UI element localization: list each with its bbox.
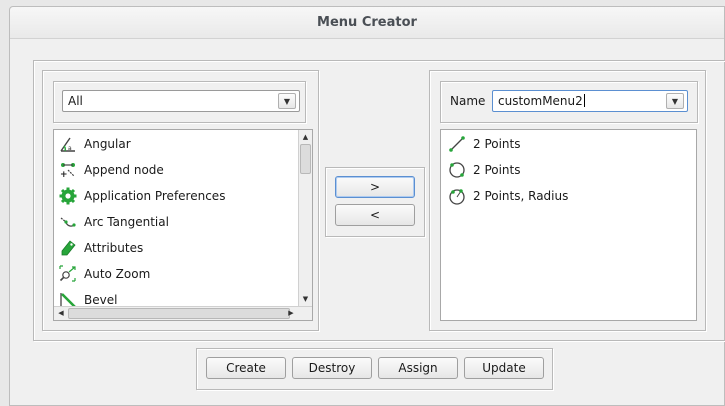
list-item-label: Attributes	[84, 241, 144, 255]
menu-name-value: customMenu2	[498, 94, 583, 108]
circle-2-points-icon	[447, 160, 467, 180]
list-item-label: Bevel	[84, 293, 118, 307]
chevron-down-icon[interactable]: ▼	[278, 93, 296, 109]
menu-creator-window: Menu Creator All ▼ a Angular + Append no…	[9, 6, 725, 406]
list-item-label: Application Preferences	[84, 189, 226, 203]
text-caret	[583, 94, 585, 107]
available-commands-list[interactable]: a Angular + Append node Application Pref…	[53, 129, 313, 321]
append-node-icon: +	[58, 160, 78, 180]
create-button[interactable]: Create	[206, 357, 286, 379]
scroll-left-icon[interactable]: ◀	[54, 307, 68, 320]
list-item[interactable]: Auto Zoom	[58, 262, 150, 286]
list-item[interactable]: + Append node	[58, 158, 164, 182]
category-filter-value: All	[68, 94, 83, 108]
chevron-down-icon[interactable]: ▼	[666, 93, 684, 109]
svg-text:a: a	[68, 145, 72, 152]
list-item[interactable]: 2 Points	[447, 158, 521, 182]
list-item[interactable]: Arc Tangential	[58, 210, 169, 234]
list-item-label: Arc Tangential	[84, 215, 169, 229]
list-item-label: 2 Points	[473, 163, 521, 177]
vertical-scroll-thumb[interactable]	[300, 144, 311, 174]
scroll-up-icon[interactable]: ▲	[299, 130, 312, 144]
scroll-down-icon[interactable]: ▼	[299, 292, 312, 306]
destroy-button[interactable]: Destroy	[292, 357, 372, 379]
name-label: Name	[450, 94, 486, 108]
scroll-right-icon[interactable]: ▶	[284, 307, 298, 320]
add-to-menu-button[interactable]: >	[335, 176, 415, 198]
menu-items-list[interactable]: 2 Points 2 Points 2 Points, Radius	[440, 129, 697, 321]
list-item[interactable]: 2 Points	[447, 132, 521, 156]
assign-button[interactable]: Assign	[378, 357, 458, 379]
arc-tangential-icon	[58, 212, 78, 232]
list-item-label: 2 Points	[473, 137, 521, 151]
svg-text:+: +	[60, 170, 68, 179]
horizontal-scrollbar[interactable]: ◀ ▶	[54, 306, 312, 320]
list-item[interactable]: 2 Points, Radius	[447, 184, 568, 208]
circle-2-points-radius-icon	[447, 186, 467, 206]
attributes-tag-icon	[58, 238, 78, 258]
category-filter-select[interactable]: All ▼	[62, 90, 300, 112]
list-item-label: Auto Zoom	[84, 267, 151, 281]
update-button[interactable]: Update	[464, 357, 544, 379]
menu-name-combo[interactable]: customMenu2 ▼	[492, 90, 688, 112]
angular-dimension-icon: a	[58, 134, 78, 154]
line-2-points-icon	[447, 134, 467, 154]
list-item[interactable]: a Angular	[58, 132, 131, 156]
remove-from-menu-button[interactable]: <	[335, 204, 415, 226]
horizontal-scroll-thumb[interactable]	[68, 308, 290, 319]
list-item[interactable]: Application Preferences	[58, 184, 225, 208]
auto-zoom-icon	[58, 264, 78, 284]
window-title: Menu Creator	[10, 7, 724, 39]
menu-name-field[interactable]: customMenu2	[498, 94, 585, 108]
list-item-label: Angular	[84, 137, 131, 151]
list-item[interactable]: Attributes	[58, 236, 143, 260]
list-item-label: 2 Points, Radius	[473, 189, 569, 203]
list-item-label: Append node	[84, 163, 164, 177]
gear-icon	[58, 186, 78, 206]
vertical-scrollbar[interactable]: ▲ ▼	[298, 130, 312, 306]
